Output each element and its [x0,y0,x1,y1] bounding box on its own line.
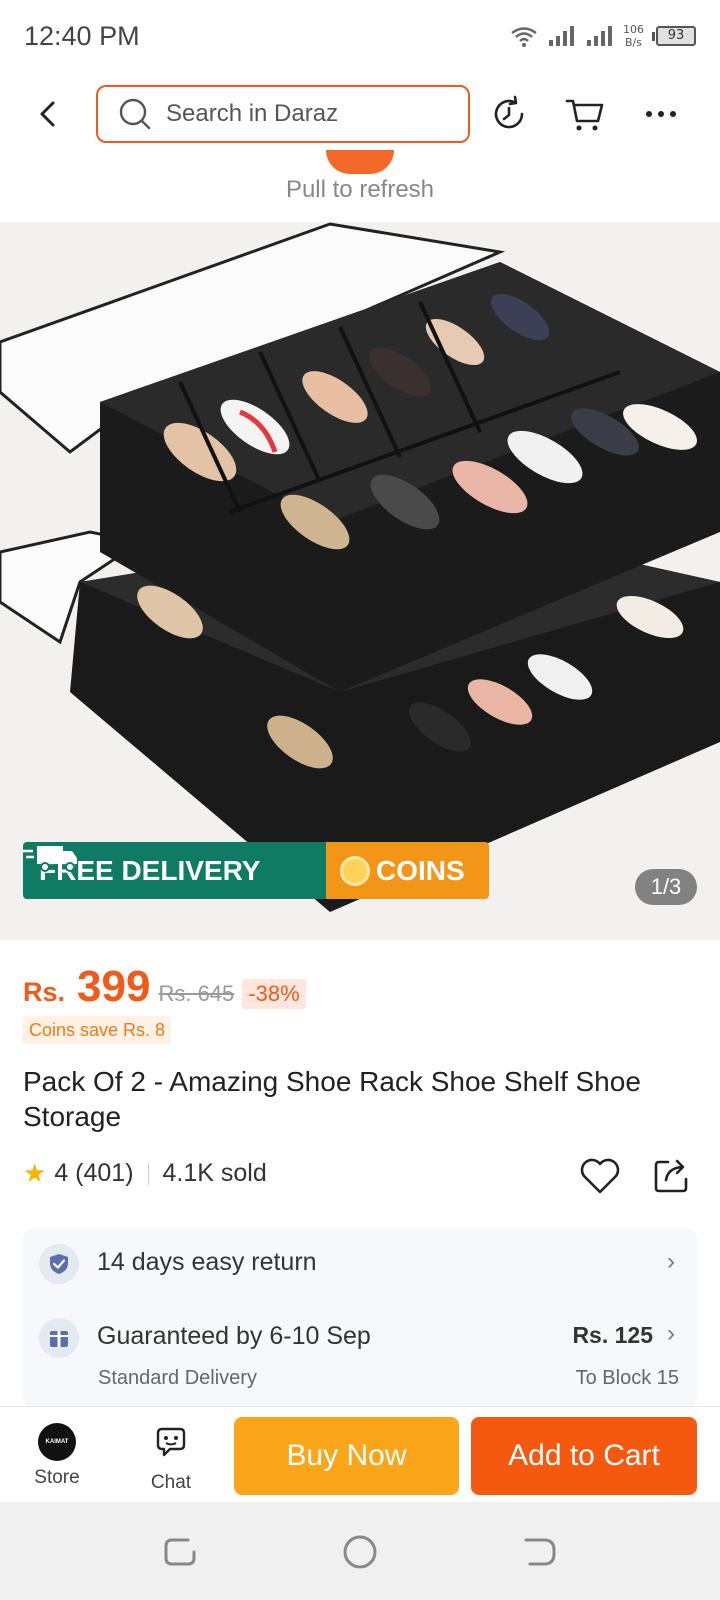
delivery-truck-icon [23,846,77,872]
free-delivery-badge: FREE DELIVERY [23,842,326,899]
pull-to-refresh-text: Pull to refresh [285,176,435,203]
price-row: Rs. 399 Rs. 645 -38% [23,962,306,1012]
image-page-indicator: 1/3 [635,869,697,905]
search-icon [119,98,151,130]
package-icon [39,1318,79,1358]
cart-icon[interactable] [564,93,606,135]
signal-icon [549,26,574,46]
status-time: 12:40 PM [24,20,140,51]
original-price: Rs. 645 [158,981,235,1006]
share-icon[interactable] [652,1154,692,1194]
chevron-right-icon: › [667,1320,675,1347]
return-policy-row[interactable]: 14 days easy return › [23,1228,697,1300]
product-photo [0,222,720,912]
coins-save-tag: Coins save Rs. 8 [23,1016,172,1044]
refresh-indicator [326,150,394,174]
shield-check-icon [39,1244,79,1284]
wishlist-heart-icon[interactable] [578,1154,622,1198]
divider [147,1162,149,1185]
history-icon[interactable] [488,93,530,135]
rating-row[interactable]: ★ 4 (401) 4.1K sold [23,1158,267,1189]
store-label: Store [34,1467,80,1488]
signal-icon-2 [587,26,612,46]
search-input[interactable] [166,100,426,128]
chat-button[interactable]: Chat [138,1417,204,1493]
chevron-right-icon: › [667,1248,675,1275]
store-button[interactable]: KAIMAT Store [24,1417,90,1493]
home-icon[interactable] [340,1532,380,1572]
net-speed-unit: B/s [625,36,642,49]
sold-count: 4.1K sold [162,1159,267,1187]
top-nav [0,84,720,144]
store-logo-icon: KAIMAT [38,1423,76,1461]
back-icon[interactable] [30,96,66,132]
battery-icon: 93 [652,26,696,46]
discount-badge: -38% [242,979,306,1009]
coin-icon [340,855,370,886]
coins-label: COINS [376,854,465,886]
chat-label: Chat [150,1472,192,1493]
delivery-row[interactable]: Guaranteed by 6-10 Sep Standard Delivery… [23,1300,697,1408]
wifi-icon [511,27,537,47]
product-title: Pack Of 2 - Amazing Shoe Rack Shoe Shelf… [23,1066,641,1132]
coins-badge: COINS [326,842,489,899]
bottom-action-bar: KAIMAT Store Chat Buy Now Add to Cart [0,1406,720,1502]
product-image-gallery[interactable]: FREE DELIVERY COINS 1/3 [0,222,720,940]
price-currency: Rs. [23,977,66,1007]
more-icon[interactable] [640,93,682,135]
status-icons: 106 B/s 93 [509,23,696,49]
delivery-date-text: Guaranteed by 6-10 Sep [97,1322,371,1350]
delivery-type: Standard Delivery [98,1367,257,1389]
add-to-cart-button[interactable]: Add to Cart [471,1417,697,1495]
recent-apps-icon[interactable] [160,1532,200,1572]
delivery-price: Rs. 125 [572,1322,653,1348]
status-bar: 12:40 PM 106 B/s 93 [0,0,720,72]
net-speed: 106 B/s [623,23,644,49]
net-speed-value: 106 [623,23,644,36]
buy-now-button[interactable]: Buy Now [234,1417,459,1495]
back-nav-icon[interactable] [520,1532,560,1572]
battery-level: 93 [656,26,696,46]
promo-badges: FREE DELIVERY COINS [23,842,489,899]
star-icon: ★ [23,1158,47,1188]
return-policy-text: 14 days easy return [97,1248,317,1276]
delivery-destination: To Block 15 [575,1367,679,1389]
chat-icon [156,1427,186,1457]
service-info-card: 14 days easy return › Guaranteed by 6-10… [23,1228,697,1408]
system-nav-bar [0,1502,720,1600]
search-bar[interactable] [96,85,470,143]
price-value: 399 [77,962,151,1011]
rating-value: 4 (401) [54,1159,134,1187]
